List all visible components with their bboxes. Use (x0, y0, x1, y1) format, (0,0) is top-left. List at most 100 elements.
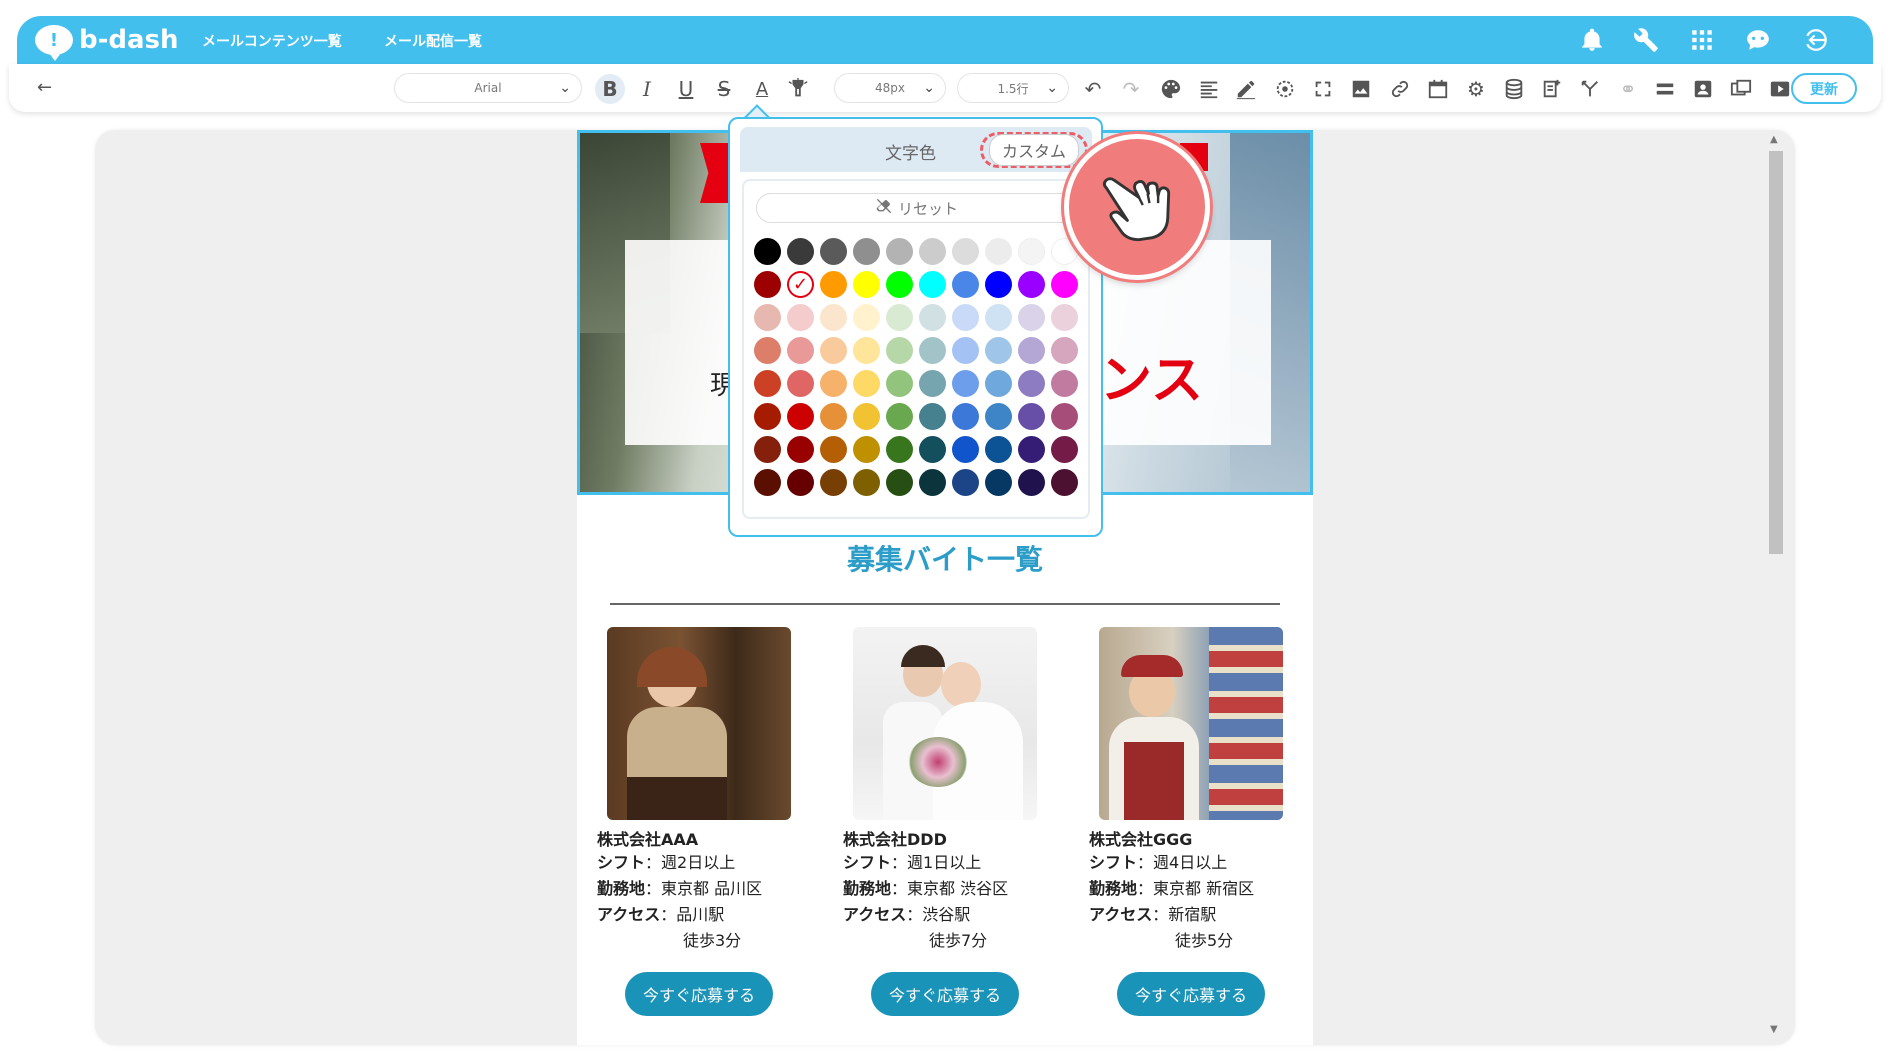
color-swatch[interactable] (1018, 238, 1045, 265)
color-swatch[interactable] (787, 304, 814, 331)
fullscreen-icon[interactable] (1308, 74, 1338, 104)
redo-icon[interactable]: ↷ (1116, 74, 1146, 104)
gears-icon[interactable]: ⚙ (1461, 74, 1491, 104)
link-icon[interactable] (1385, 74, 1415, 104)
scroll-down-arrow-icon[interactable]: ▼ (1770, 1024, 1778, 1035)
chat-bot-icon[interactable] (1743, 26, 1773, 54)
underline-button[interactable]: U (671, 74, 701, 104)
reset-button[interactable]: リセット (756, 193, 1078, 223)
scrollbar-thumb[interactable] (1769, 151, 1783, 554)
highlight-icon[interactable] (783, 74, 813, 104)
windows-icon[interactable] (1726, 74, 1756, 104)
color-swatch[interactable] (1018, 271, 1045, 298)
strikethrough-button[interactable]: S (709, 74, 739, 104)
font-family-select[interactable]: Arial ⌄ (394, 73, 582, 103)
color-swatch[interactable] (1018, 403, 1045, 430)
color-swatch[interactable] (754, 469, 781, 496)
undo-icon[interactable]: ↶ (1078, 74, 1108, 104)
link-gear-icon[interactable]: ⚭ (1613, 74, 1643, 104)
color-swatch[interactable] (886, 436, 913, 463)
color-swatch[interactable] (886, 238, 913, 265)
color-swatch[interactable] (820, 337, 847, 364)
color-swatch[interactable] (952, 370, 979, 397)
color-swatch[interactable] (1051, 469, 1078, 496)
color-swatch[interactable] (919, 238, 946, 265)
apply-button[interactable]: 今すぐ応募する (625, 972, 773, 1016)
color-swatch[interactable] (952, 436, 979, 463)
back-arrow-icon[interactable]: ← (37, 77, 52, 98)
color-swatch[interactable] (886, 271, 913, 298)
bell-icon[interactable] (1577, 26, 1607, 54)
profile-card-icon[interactable] (1688, 74, 1718, 104)
color-swatch[interactable] (754, 403, 781, 430)
divider-block-icon[interactable] (1650, 74, 1680, 104)
color-swatch[interactable] (754, 304, 781, 331)
color-swatch[interactable] (1051, 436, 1078, 463)
apply-button[interactable]: 今すぐ応募する (871, 972, 1019, 1016)
color-swatch[interactable] (853, 337, 880, 364)
color-swatch[interactable] (919, 271, 946, 298)
color-swatch[interactable] (1018, 370, 1045, 397)
pen-icon[interactable] (1231, 74, 1261, 104)
color-swatch[interactable] (1051, 271, 1078, 298)
color-swatch[interactable] (787, 403, 814, 430)
color-swatch[interactable] (820, 370, 847, 397)
color-swatch[interactable] (919, 436, 946, 463)
font-size-select[interactable]: 48px ⌄ (834, 73, 946, 103)
color-swatch[interactable] (952, 469, 979, 496)
tab-text-color[interactable]: 文字色 (885, 139, 936, 164)
nav-mail-delivery[interactable]: メール配信一覧 (384, 31, 482, 51)
italic-button[interactable]: I (632, 74, 662, 104)
note-add-icon[interactable] (1537, 74, 1567, 104)
align-icon[interactable] (1194, 74, 1224, 104)
color-swatch[interactable] (985, 436, 1012, 463)
color-swatch[interactable] (1018, 469, 1045, 496)
color-swatch[interactable] (820, 271, 847, 298)
color-swatch[interactable] (919, 370, 946, 397)
color-swatch[interactable] (985, 304, 1012, 331)
sign-in-icon[interactable] (1801, 26, 1831, 54)
color-swatch[interactable] (1018, 337, 1045, 364)
tab-custom[interactable]: カスタム (980, 132, 1088, 168)
color-swatch[interactable] (754, 238, 781, 265)
color-swatch[interactable] (820, 469, 847, 496)
color-swatch[interactable] (820, 238, 847, 265)
color-swatch[interactable] (853, 271, 880, 298)
color-swatch[interactable] (1051, 403, 1078, 430)
color-swatch[interactable] (754, 370, 781, 397)
color-swatch[interactable] (853, 238, 880, 265)
color-swatch[interactable] (985, 370, 1012, 397)
color-swatch[interactable] (985, 337, 1012, 364)
color-swatch[interactable] (754, 271, 781, 298)
nav-mail-contents[interactable]: メールコンテンツ一覧 (202, 31, 342, 51)
color-swatch[interactable] (787, 436, 814, 463)
color-swatch[interactable] (853, 370, 880, 397)
color-swatch[interactable] (985, 469, 1012, 496)
color-swatch[interactable] (952, 271, 979, 298)
color-swatch[interactable] (886, 304, 913, 331)
calendar-icon[interactable] (1423, 74, 1453, 104)
color-swatch[interactable] (952, 337, 979, 364)
color-swatch[interactable] (820, 436, 847, 463)
logo[interactable]: ! b-dash (35, 23, 179, 61)
color-swatch[interactable] (886, 370, 913, 397)
database-icon[interactable] (1499, 74, 1529, 104)
color-swatch[interactable] (886, 469, 913, 496)
color-swatch[interactable] (1051, 304, 1078, 331)
branch-icon[interactable] (1575, 74, 1605, 104)
color-swatch[interactable] (952, 403, 979, 430)
color-swatch[interactable] (1051, 337, 1078, 364)
color-swatch[interactable] (985, 238, 1012, 265)
color-swatch[interactable] (853, 403, 880, 430)
color-swatch[interactable] (787, 370, 814, 397)
color-swatch[interactable] (1018, 436, 1045, 463)
color-swatch[interactable]: ✓ (787, 271, 814, 298)
color-swatch[interactable] (754, 337, 781, 364)
color-swatch[interactable] (853, 436, 880, 463)
text-color-button[interactable]: A (747, 74, 777, 104)
palette-icon[interactable] (1156, 74, 1186, 104)
color-swatch[interactable] (820, 304, 847, 331)
update-button[interactable]: 更新 (1791, 73, 1857, 104)
bold-button[interactable]: B (595, 74, 625, 104)
color-swatch[interactable] (952, 238, 979, 265)
